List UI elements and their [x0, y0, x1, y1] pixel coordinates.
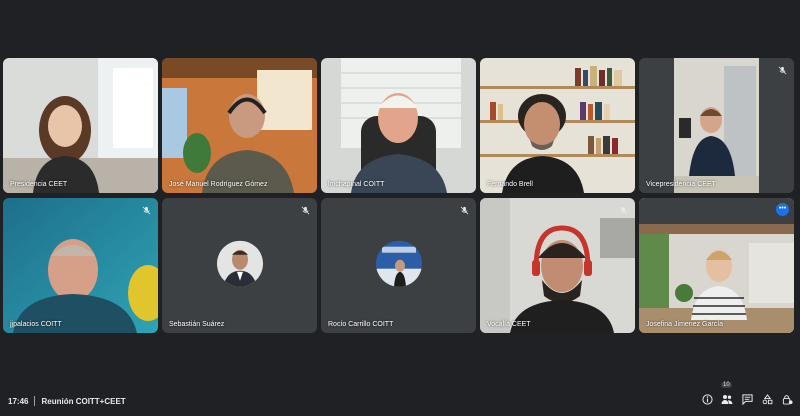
mic-off-icon [299, 204, 311, 216]
participant-name: Presidencia CEET [10, 181, 68, 188]
people-icon [721, 394, 733, 404]
video-feed [480, 58, 635, 193]
side-controls: 10 [700, 382, 794, 406]
people-button[interactable]: 10 [720, 382, 734, 406]
mic-off-icon [617, 204, 629, 216]
participant-name: lmchapinal COITT [328, 181, 385, 188]
video-feed [162, 58, 317, 193]
info-icon[interactable] [700, 392, 714, 406]
participant-name: Sebastián Suárez [169, 321, 225, 328]
participant-tile[interactable]: José Manuel Rodríguez Gómez [162, 58, 317, 193]
mic-off-icon [776, 64, 788, 76]
chat-icon[interactable] [740, 392, 754, 406]
activities-icon[interactable] [760, 392, 774, 406]
participant-name: jjpalacios COITT [10, 321, 62, 328]
mic-off-icon [458, 204, 470, 216]
video-feed [3, 198, 158, 333]
participant-name: Vocalía CEET [487, 321, 531, 328]
avatar [375, 240, 422, 287]
participant-tile[interactable]: Rocío Carrillo COITT [321, 198, 476, 333]
participant-name: Josefina Jimenez García [646, 321, 724, 328]
participant-tile[interactable]: jjpalacios COITT [3, 198, 158, 333]
participant-tile[interactable]: Vicepresidencia CEET [639, 58, 794, 193]
participant-tile-active[interactable]: ••• Josefina Jimenez García [639, 198, 794, 333]
participant-name: Fernando Brell [487, 181, 533, 188]
video-feed [321, 58, 476, 193]
video-feed [639, 58, 794, 193]
avatar [216, 240, 263, 287]
participant-tile[interactable]: Sebastián Suárez [162, 198, 317, 333]
participant-tile[interactable]: lmchapinal COITT [321, 58, 476, 193]
people-count-badge: 10 [721, 382, 732, 388]
participant-name: José Manuel Rodríguez Gómez [169, 181, 268, 188]
participant-tile[interactable]: Vocalía CEET [480, 198, 635, 333]
host-controls-icon[interactable] [780, 392, 794, 406]
bottom-bar: 17:46 Reunión COITT+CEET 10 [0, 382, 800, 416]
participant-tile[interactable]: Presidencia CEET [3, 58, 158, 193]
video-feed [639, 198, 794, 333]
participant-name: Rocío Carrillo COITT [328, 321, 394, 328]
more-options-icon[interactable]: ••• [776, 203, 789, 216]
participant-grid: Presidencia CEET José Manuel Rodríguez G… [3, 58, 795, 334]
participant-tile[interactable]: Fernando Brell [480, 58, 635, 193]
divider [34, 396, 36, 406]
clock: 17:46 [8, 396, 29, 406]
video-feed [3, 58, 158, 193]
mic-off-icon [140, 204, 152, 216]
participant-name: Vicepresidencia CEET [646, 181, 716, 188]
meeting-title: Reunión COITT+CEET [41, 396, 126, 406]
video-feed [480, 198, 635, 333]
